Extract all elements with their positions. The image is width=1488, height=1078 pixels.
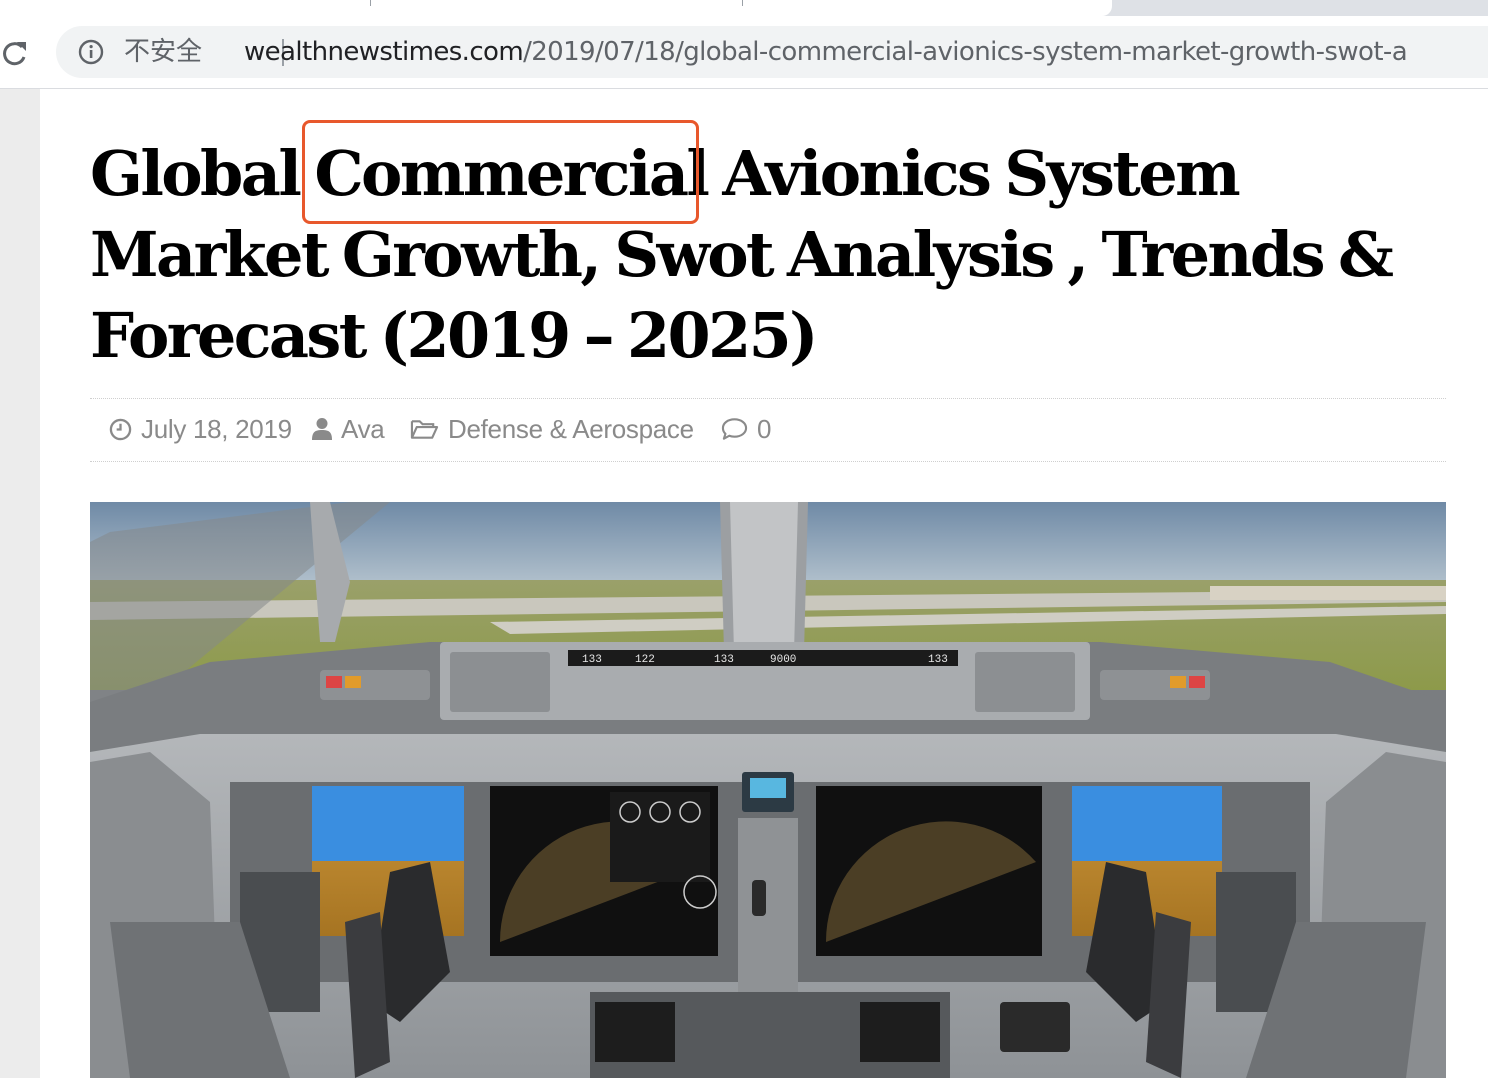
url-text[interactable]: wealthnewstimes.com/2019/07/18/global-co… [244,36,1408,68]
cockpit-image: 133 122 133 9000 133 [90,502,1446,1078]
meta-date-text: July 18, 2019 [141,413,292,444]
reload-icon[interactable] [0,38,30,68]
featured-image: 133 122 133 9000 133 [90,502,1446,1078]
info-icon[interactable] [78,39,104,65]
security-label[interactable]: 不安全 [124,36,202,68]
comment-icon [721,418,748,440]
meta-date[interactable]: July 18, 2019 [109,413,292,445]
user-icon [312,418,332,440]
tab-strip [0,0,1488,16]
meta-comments[interactable]: 0 [721,413,771,445]
tab-separator [742,0,743,6]
article-container: Global Commercial Avionics System Market… [40,89,1488,1078]
folder-icon [410,420,439,439]
meta-category-text: Defense & Aerospace [448,413,694,444]
active-tab[interactable] [0,0,1112,16]
meta-author-text: Ava [341,413,385,444]
svg-text:122: 122 [635,654,655,666]
svg-text:133: 133 [582,654,602,666]
meta-comments-count: 0 [757,413,772,444]
meta-category[interactable]: Defense & Aerospace [410,413,694,445]
article-meta: July 18, 2019 Ava Defense & Aerospace 0 [90,398,1446,462]
tab-separator [370,0,371,6]
browser-toolbar: 不安全 wealthnewstimes.com/2019/07/18/globa… [0,16,1488,89]
page-viewport: Global Commercial Avionics System Market… [0,89,1488,1078]
svg-text:9000: 9000 [770,654,796,666]
clock-icon [109,418,132,440]
article-title: Global Commercial Avionics System Market… [90,137,1394,372]
meta-author[interactable]: Ava [312,413,385,445]
svg-text:133: 133 [714,654,734,666]
svg-text:133: 133 [928,654,948,666]
url-host: wealthnewstimes.com [244,37,524,67]
address-bar[interactable]: 不安全 wealthnewstimes.com/2019/07/18/globa… [56,26,1488,78]
title-word-highlight [302,120,699,224]
url-path: /2019/07/18/global-commercial-avionics-s… [523,37,1408,67]
